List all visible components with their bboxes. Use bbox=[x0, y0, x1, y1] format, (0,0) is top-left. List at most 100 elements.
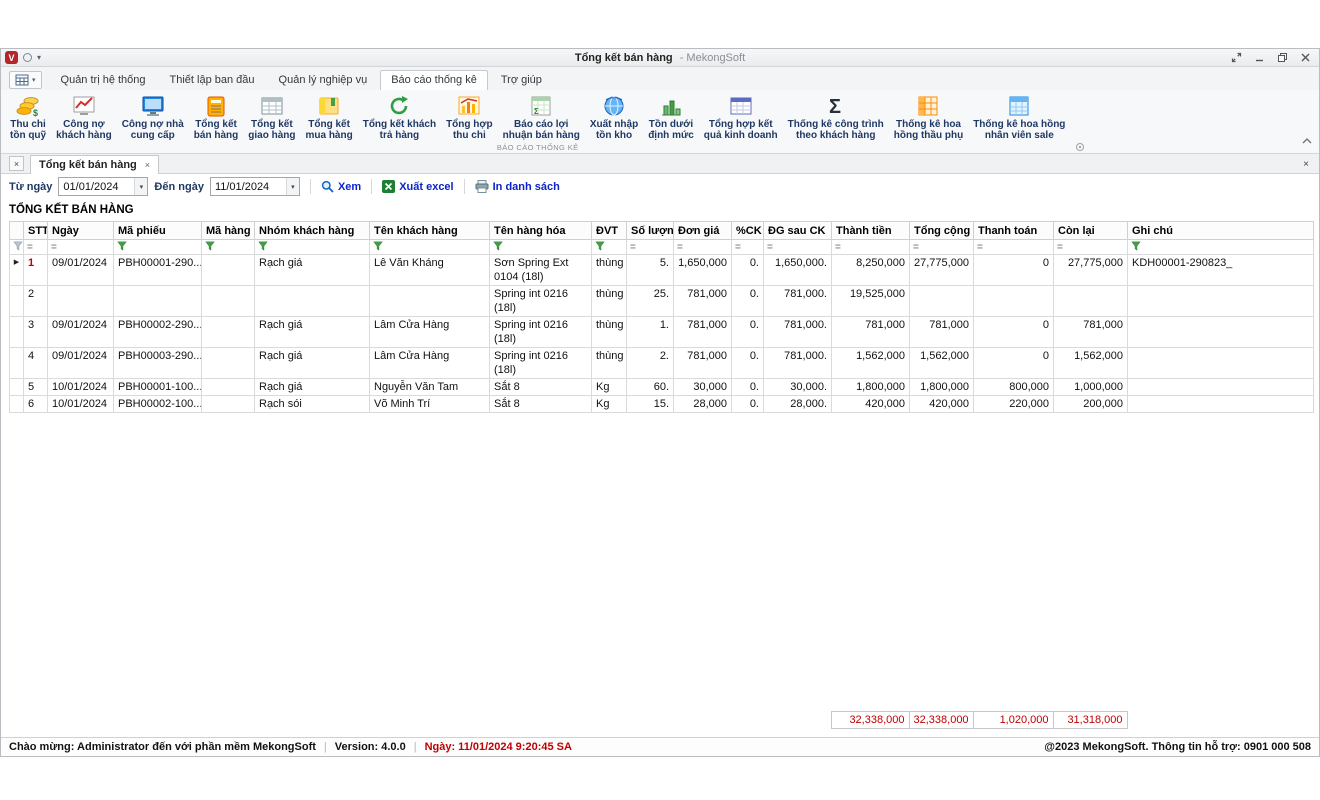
table-cell[interactable]: 8,250,000 bbox=[832, 255, 910, 286]
table-row[interactable]: 409/01/2024PBH00003-290...Rạch giáLâm Cử… bbox=[10, 348, 1314, 379]
column-header[interactable]: Thành tiền bbox=[832, 222, 910, 240]
column-filter[interactable] bbox=[370, 240, 490, 255]
column-filter[interactable] bbox=[1128, 240, 1314, 255]
ribbon-item-xuat-nhap-ton-kho[interactable]: Xuất nhậptồn kho bbox=[585, 92, 643, 142]
table-cell[interactable]: 781,000. bbox=[764, 286, 832, 317]
table-row[interactable]: ▶109/01/2024PBH00001-290...Rạch giáLê Vă… bbox=[10, 255, 1314, 286]
table-cell[interactable]: 781,000 bbox=[674, 348, 732, 379]
table-cell[interactable]: 0. bbox=[732, 286, 764, 317]
ribbon-item-tong-ket-giao-hang[interactable]: Tổng kếtgiao hàng bbox=[243, 92, 300, 142]
column-header[interactable]: ĐG sau CK bbox=[764, 222, 832, 240]
table-cell[interactable]: Sắt 8 bbox=[490, 396, 592, 413]
table-cell[interactable]: 0. bbox=[732, 348, 764, 379]
ribbon-item-thong-ke-cong-trinh-theo-khach-hang[interactable]: Σ Thống kê công trìnhtheo khách hàng bbox=[783, 92, 889, 142]
table-cell[interactable] bbox=[1128, 348, 1314, 379]
table-cell[interactable] bbox=[910, 286, 974, 317]
column-filter[interactable]: = bbox=[48, 240, 114, 255]
table-cell[interactable] bbox=[114, 286, 202, 317]
ribbon-item-tong-ket-ban-hang[interactable]: Tổng kếtbán hàng bbox=[189, 92, 243, 142]
ribbon-tab-quan-ly-nghiep-vu[interactable]: Quản lý nghiệp vụ bbox=[268, 70, 379, 90]
table-cell[interactable]: 0 bbox=[974, 255, 1054, 286]
table-cell[interactable] bbox=[974, 286, 1054, 317]
table-cell[interactable] bbox=[1128, 317, 1314, 348]
table-cell[interactable]: 0. bbox=[732, 317, 764, 348]
minimize-icon[interactable] bbox=[1250, 50, 1269, 65]
chevron-down-icon[interactable]: ▾ bbox=[134, 178, 147, 195]
table-cell[interactable]: 781,000 bbox=[910, 317, 974, 348]
table-cell[interactable]: 27,775,000 bbox=[1054, 255, 1128, 286]
table-cell[interactable]: Rạch giá bbox=[255, 317, 370, 348]
column-header[interactable]: ĐVT bbox=[592, 222, 627, 240]
table-row[interactable]: 2Spring int 0216 (18l)thùng25.781,0000.7… bbox=[10, 286, 1314, 317]
table-cell[interactable] bbox=[202, 379, 255, 396]
export-excel-button[interactable]: Xuất excel bbox=[382, 180, 453, 193]
column-header[interactable]: Đơn giá bbox=[674, 222, 732, 240]
table-cell[interactable]: 5 bbox=[24, 379, 48, 396]
table-cell[interactable] bbox=[1128, 286, 1314, 317]
table-cell[interactable] bbox=[202, 255, 255, 286]
table-cell[interactable]: 1,650,000 bbox=[674, 255, 732, 286]
table-cell[interactable]: 28,000. bbox=[764, 396, 832, 413]
table-cell[interactable]: 1 bbox=[24, 255, 48, 286]
ribbon-item-tong-hop-thu-chi[interactable]: Tổng hợpthu chi bbox=[441, 92, 498, 142]
table-cell[interactable]: 2. bbox=[627, 348, 674, 379]
table-cell[interactable]: PBH00001-290... bbox=[114, 255, 202, 286]
table-cell[interactable]: Rạch giá bbox=[255, 379, 370, 396]
column-header[interactable] bbox=[10, 222, 24, 240]
ribbon-item-thong-ke-hoa-hong-nhan-vien-sale[interactable]: Thống kê hoa hồngnhân viên sale bbox=[968, 92, 1070, 142]
column-header[interactable]: Ngày bbox=[48, 222, 114, 240]
table-cell[interactable]: Sơn Spring Ext 0104 (18l) bbox=[490, 255, 592, 286]
table-cell[interactable]: 1,800,000 bbox=[832, 379, 910, 396]
table-row[interactable]: 510/01/2024PBH00001-100...Rạch giáNguyễn… bbox=[10, 379, 1314, 396]
column-header[interactable]: Tên khách hàng bbox=[370, 222, 490, 240]
ribbon-item-ton-duoi-dinh-muc[interactable]: Tồn dướiđịnh mức bbox=[643, 92, 699, 142]
table-cell[interactable] bbox=[48, 286, 114, 317]
table-cell[interactable]: 1,800,000 bbox=[910, 379, 974, 396]
table-cell[interactable]: Lâm Cửa Hàng bbox=[370, 317, 490, 348]
table-cell[interactable]: 0. bbox=[732, 255, 764, 286]
column-filter[interactable] bbox=[10, 240, 24, 255]
column-filter[interactable]: = bbox=[1054, 240, 1128, 255]
table-cell[interactable]: 1. bbox=[627, 317, 674, 348]
table-cell[interactable]: 28,000 bbox=[674, 396, 732, 413]
table-cell[interactable]: KDH00001-290823_ bbox=[1128, 255, 1314, 286]
table-cell[interactable]: 0. bbox=[732, 379, 764, 396]
table-cell[interactable]: 420,000 bbox=[832, 396, 910, 413]
column-header[interactable]: Mã hàng bbox=[202, 222, 255, 240]
table-cell[interactable]: thùng bbox=[592, 286, 627, 317]
table-cell[interactable]: 200,000 bbox=[1054, 396, 1128, 413]
table-cell[interactable]: 781,000. bbox=[764, 348, 832, 379]
table-cell[interactable]: PBH00003-290... bbox=[114, 348, 202, 379]
table-row[interactable]: 309/01/2024PBH00002-290...Rạch giáLâm Cử… bbox=[10, 317, 1314, 348]
table-cell[interactable]: Spring int 0216 (18l) bbox=[490, 348, 592, 379]
table-cell[interactable]: 25. bbox=[627, 286, 674, 317]
table-cell[interactable]: Sắt 8 bbox=[490, 379, 592, 396]
table-cell[interactable] bbox=[1128, 396, 1314, 413]
ribbon-item-tong-ket-khach-tra-hang[interactable]: Tổng kết kháchtrả hàng bbox=[358, 92, 441, 142]
column-header[interactable]: Còn lại bbox=[1054, 222, 1128, 240]
table-cell[interactable]: 781,000 bbox=[674, 317, 732, 348]
ribbon-app-button[interactable]: ▾ bbox=[9, 71, 42, 89]
column-header[interactable]: Tên hàng hóa bbox=[490, 222, 592, 240]
table-cell[interactable]: 3 bbox=[24, 317, 48, 348]
column-filter[interactable] bbox=[255, 240, 370, 255]
ribbon-item-bao-cao-loi-nhuan-ban-hang[interactable]: Σ Báo cáo lợinhuận bán hàng bbox=[498, 92, 585, 142]
table-cell[interactable]: 781,000. bbox=[764, 317, 832, 348]
from-date-input[interactable]: 01/01/2024 ▾ bbox=[58, 177, 148, 196]
column-filter[interactable]: = bbox=[674, 240, 732, 255]
tabbar-close-icon[interactable]: × bbox=[1301, 159, 1311, 173]
table-cell[interactable]: PBH00002-100... bbox=[114, 396, 202, 413]
ribbon-item-thong-ke-hoa-hong-thau-phu[interactable]: Thống kê hoahồng thầu phụ bbox=[889, 92, 968, 142]
table-cell[interactable]: Spring int 0216 (18l) bbox=[490, 317, 592, 348]
column-filter[interactable]: = bbox=[910, 240, 974, 255]
column-header[interactable]: STT bbox=[24, 222, 48, 240]
table-cell[interactable]: Nguyễn Văn Tam bbox=[370, 379, 490, 396]
table-cell[interactable]: 1,562,000 bbox=[1054, 348, 1128, 379]
table-cell[interactable] bbox=[202, 348, 255, 379]
table-cell[interactable]: Rạch giá bbox=[255, 255, 370, 286]
fullscreen-icon[interactable] bbox=[1227, 50, 1246, 65]
table-cell[interactable]: PBH00002-290... bbox=[114, 317, 202, 348]
table-cell[interactable]: 30,000 bbox=[674, 379, 732, 396]
table-cell[interactable] bbox=[255, 286, 370, 317]
close-icon[interactable] bbox=[1296, 50, 1315, 65]
